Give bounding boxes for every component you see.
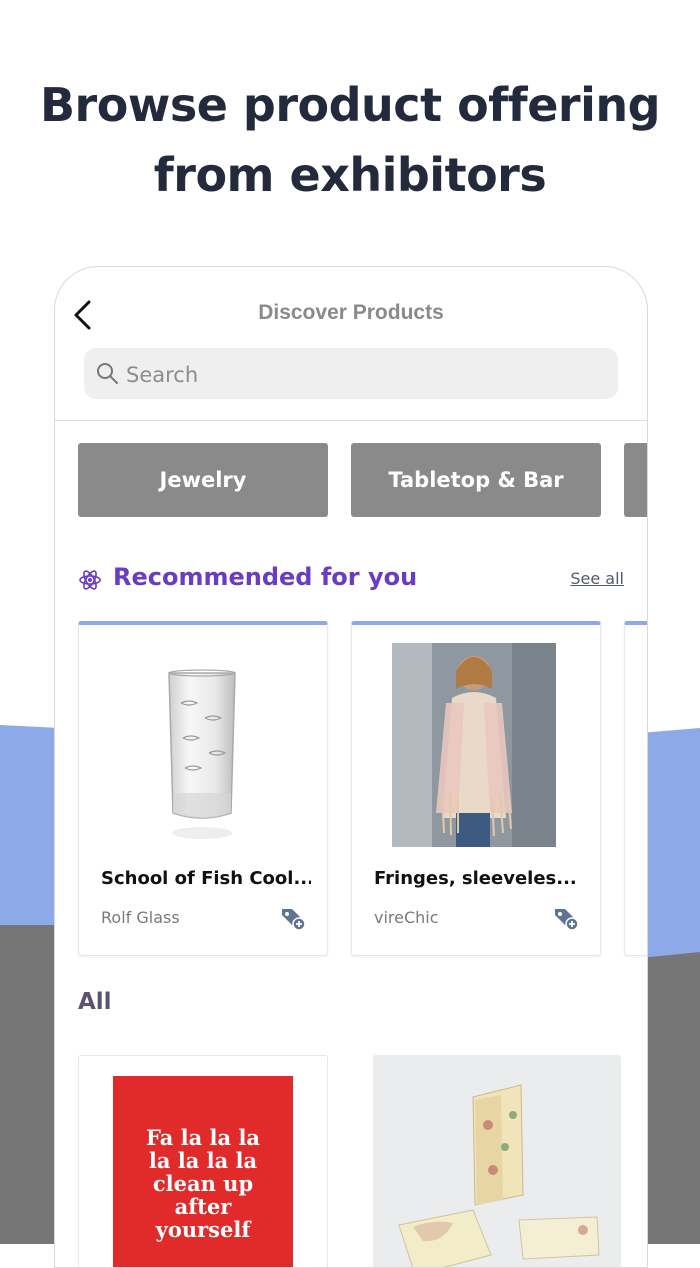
all-section-title: All [78, 989, 112, 1015]
glass-product-image [168, 669, 236, 839]
fa-la-la-product-image: Fa la la la la la la la clean up after y… [113, 1076, 293, 1267]
product-name: School of Fish Cool... [101, 868, 311, 889]
product-card-stationery[interactable] [373, 1055, 621, 1267]
image-text: Fa la la la la la la la clean up after y… [145, 1125, 261, 1242]
stationery-product-image [373, 1055, 621, 1267]
search-icon [97, 363, 118, 384]
category-chip-label: Tabletop & Bar [388, 468, 564, 492]
atom-icon [79, 570, 101, 590]
product-card-partial[interactable] [624, 621, 647, 956]
see-all-link[interactable]: See all [570, 569, 624, 588]
product-card-school-of-fish[interactable]: School of Fish Cool... Rolf Glass [78, 621, 328, 956]
vendor-name: Rolf Glass [101, 908, 180, 927]
product-card-fa-la-la[interactable]: Fa la la la la la la la clean up after y… [78, 1055, 328, 1267]
product-card-fringes[interactable]: Fringes, sleeveles... vireChic [351, 621, 601, 956]
category-chip-label: Jewelry [159, 468, 247, 492]
headline-line-1: Browse product offering [39, 78, 661, 132]
category-chip-tabletop-bar[interactable]: Tabletop & Bar [351, 443, 601, 517]
category-chip-partial[interactable] [624, 443, 647, 517]
marketing-headline: Browse product offering from exhibitors [0, 70, 700, 210]
search-bar[interactable] [84, 348, 618, 401]
screen-title: Discover Products [258, 301, 444, 324]
headline-line-2: from exhibitors [153, 148, 547, 202]
add-tag-icon[interactable] [552, 904, 580, 932]
phone-frame: Discover Products Jewelry Tabletop & Bar… [54, 266, 648, 1268]
fringe-vest-product-image [392, 643, 556, 847]
vendor-name: vireChic [374, 908, 439, 927]
header-divider [55, 420, 647, 421]
product-name: Fringes, sleeveles... [374, 868, 577, 889]
recommended-header: Recommended for you See all [79, 563, 624, 599]
add-tag-icon[interactable] [279, 904, 307, 932]
category-chip-jewelry[interactable]: Jewelry [78, 443, 328, 517]
recommended-title: Recommended for you [113, 563, 418, 591]
search-input[interactable] [124, 348, 608, 401]
